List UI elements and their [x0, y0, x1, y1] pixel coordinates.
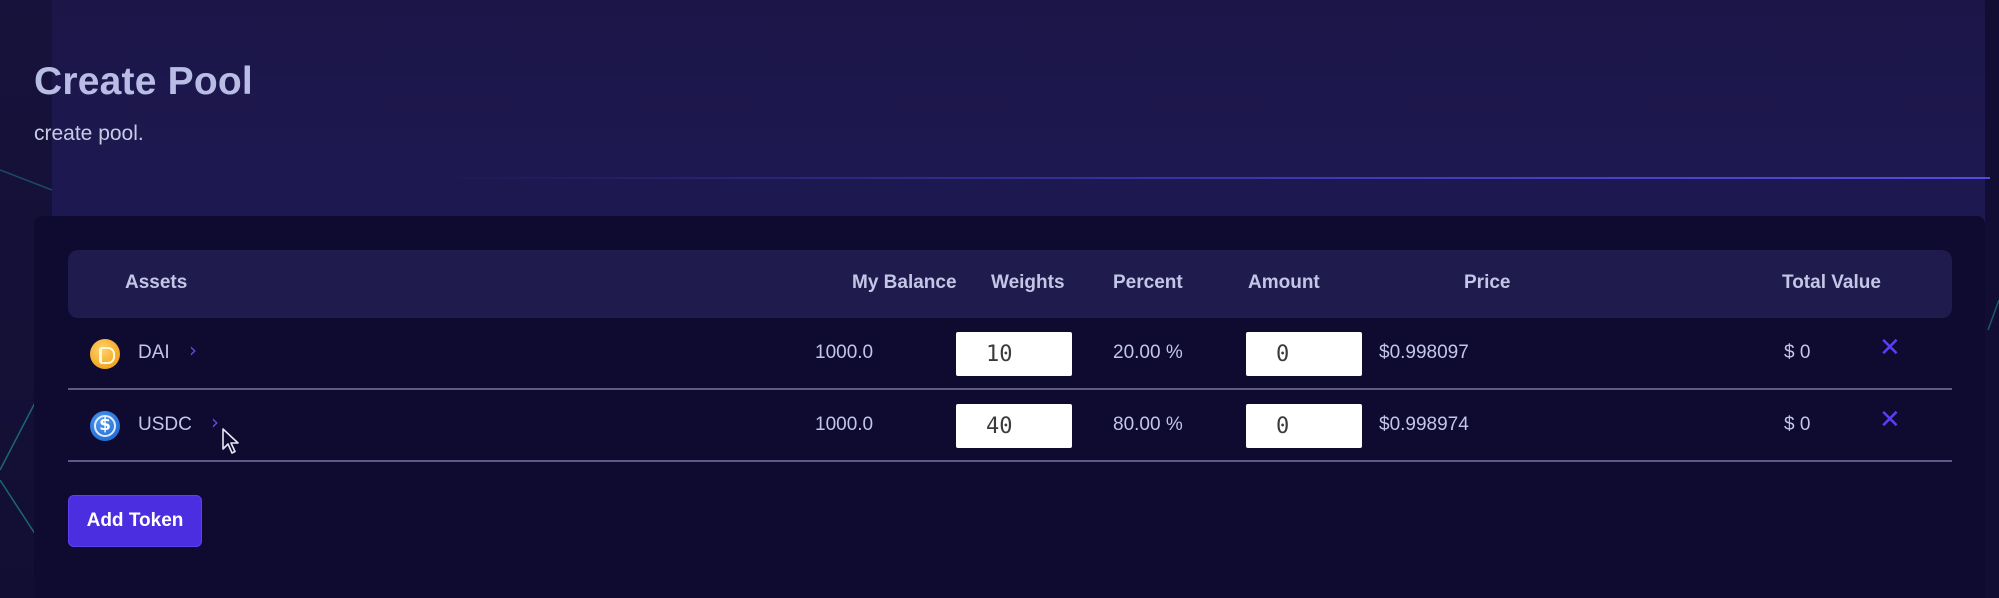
- weight-input[interactable]: [956, 404, 1072, 448]
- total-value: $ 0: [1784, 342, 1811, 363]
- table-row-usdc: USDC › 1000.0 80.00 % $0.998974 $ 0 ✕: [68, 390, 1952, 462]
- header-total-value: Total Value: [1782, 272, 1881, 293]
- header-my-balance: My Balance: [852, 272, 957, 293]
- page-subtitle: create pool.: [34, 122, 144, 145]
- header-amount: Amount: [1248, 272, 1320, 293]
- asset-symbol: DAI: [138, 342, 170, 363]
- header-divider-glow: [420, 177, 1990, 179]
- mouse-cursor-icon: [222, 428, 239, 454]
- table-header-row: Assets My Balance Weights Percent Amount…: [68, 250, 1952, 318]
- amount-input[interactable]: [1246, 404, 1362, 448]
- header-price: Price: [1464, 272, 1511, 293]
- header-percent: Percent: [1113, 272, 1183, 293]
- table-row-dai: DAI › 1000.0 20.00 % $0.998097 $ 0 ✕: [68, 318, 1952, 390]
- price-value: $0.998974: [1379, 414, 1469, 435]
- page-title: Create Pool: [34, 60, 253, 103]
- chevron-right-icon[interactable]: ›: [189, 338, 197, 362]
- weight-input[interactable]: [956, 332, 1072, 376]
- chevron-right-icon[interactable]: ›: [211, 410, 219, 434]
- create-pool-page: Create Pool create pool. Assets My Balan…: [0, 0, 1999, 598]
- header-assets: Assets: [125, 272, 188, 293]
- price-value: $0.998097: [1379, 342, 1469, 363]
- dai-token-icon: [90, 339, 120, 369]
- page-header: Create Pool create pool.: [34, 60, 253, 146]
- my-balance: 1000.0: [815, 342, 874, 363]
- amount-input[interactable]: [1246, 332, 1362, 376]
- remove-token-icon[interactable]: ✕: [1879, 405, 1901, 435]
- asset-symbol: USDC: [138, 414, 192, 435]
- add-token-button[interactable]: Add Token: [68, 495, 202, 547]
- percent-value: 20.00 %: [1113, 342, 1183, 363]
- remove-token-icon[interactable]: ✕: [1879, 333, 1901, 363]
- total-value: $ 0: [1784, 414, 1811, 435]
- header-weights: Weights: [991, 272, 1065, 293]
- usdc-token-icon: [90, 411, 120, 441]
- my-balance: 1000.0: [815, 414, 874, 435]
- pool-card: Assets My Balance Weights Percent Amount…: [34, 216, 1985, 598]
- percent-value: 80.00 %: [1113, 414, 1183, 435]
